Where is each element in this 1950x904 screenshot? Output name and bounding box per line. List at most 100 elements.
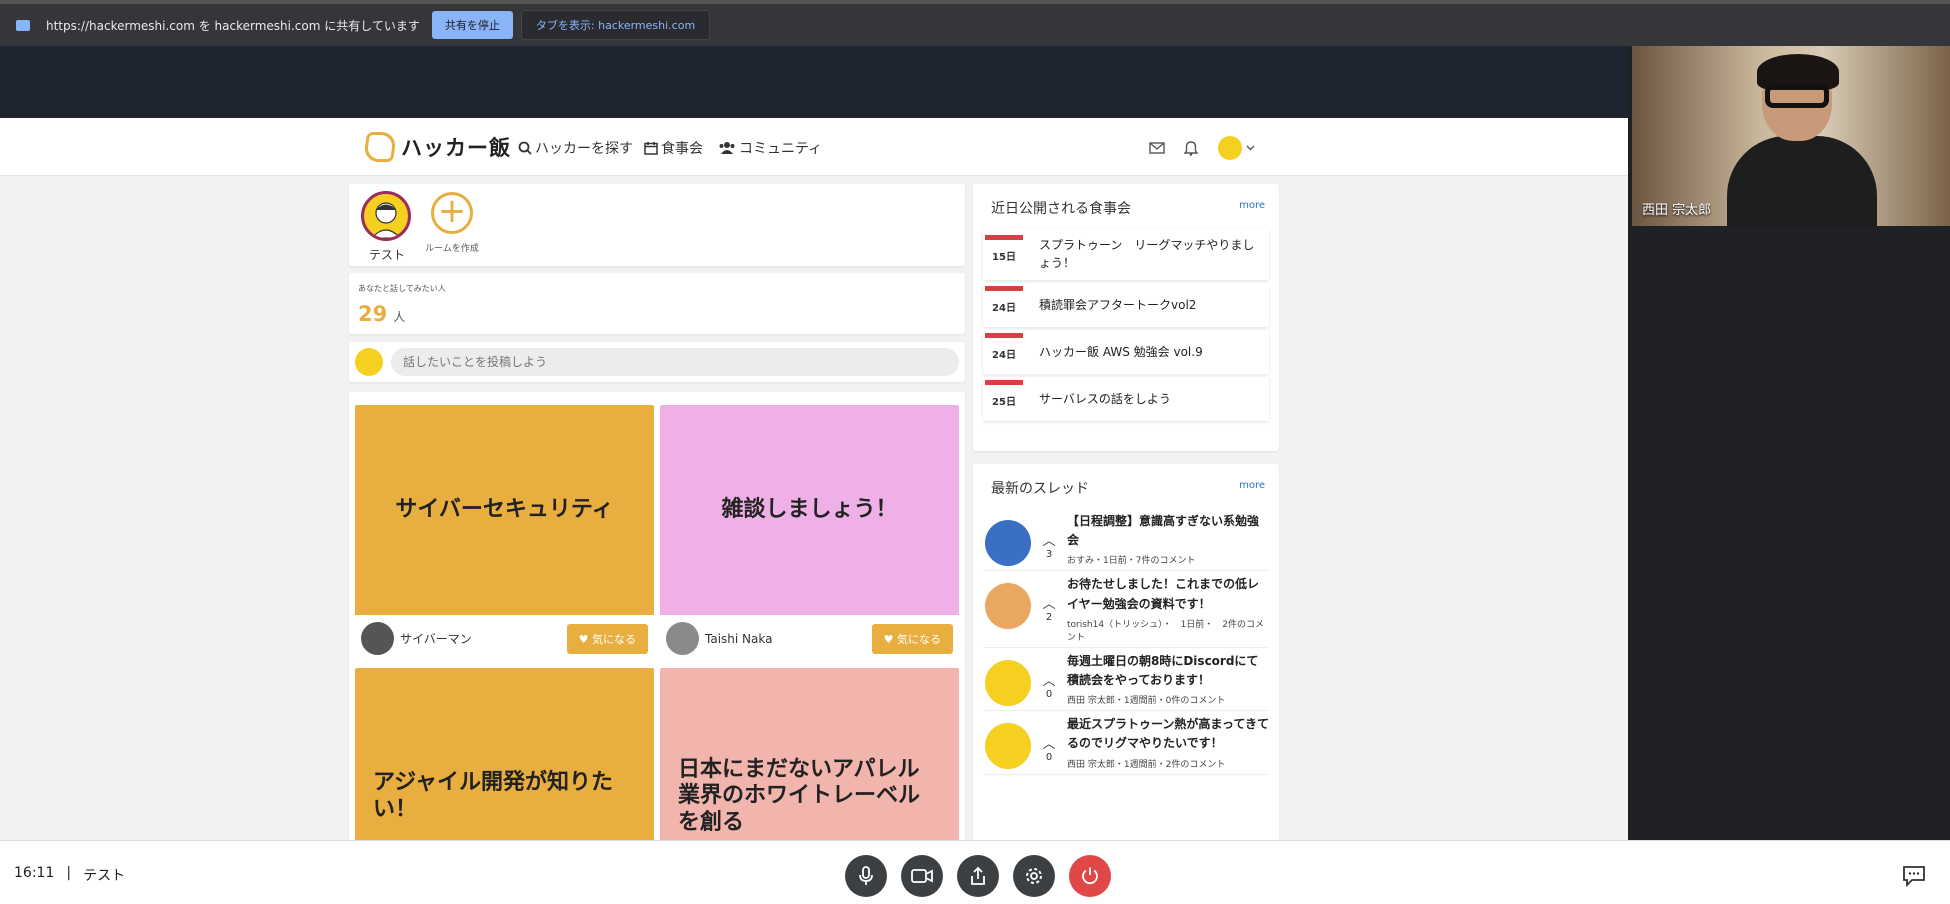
room-tile[interactable]: 雑談しましょう！: [660, 405, 959, 615]
upvote-icon[interactable]: ︿: [1031, 670, 1067, 689]
chat-button[interactable]: [1902, 865, 1926, 891]
room-card[interactable]: アジャイル開発が知りたい！: [355, 668, 654, 840]
thread-title[interactable]: 毎週土曜日の朝8時にDiscordにて積読会をやっております！: [1067, 652, 1269, 690]
thread-avatar[interactable]: [985, 520, 1031, 566]
nav-meals-label: 食事会: [661, 141, 703, 157]
user-avatar[interactable]: [1218, 136, 1242, 160]
vote-count: 0: [1045, 688, 1053, 700]
events-list: 15日 スプラトゥーン リーグマッチやりましょう！ 24日 積読罪会アフタートー…: [983, 228, 1269, 421]
site-header: ハッカー飯 ハッカーを探す 食事会 コミュニティ: [0, 118, 1628, 176]
event-title: ハッカー飯 AWS 勉強会 vol.9: [1039, 345, 1203, 359]
meeting-name: テスト: [83, 868, 126, 884]
video-camera-icon: [911, 869, 933, 883]
interested-button[interactable]: ♥ 気になる: [871, 623, 953, 654]
create-room-label: ルームを作成: [425, 244, 479, 254]
thread-item[interactable]: ︿ 2 お待たせしました！これまでの低レイヤー勉強会の資料です！ torish1…: [983, 571, 1269, 648]
participant-body: [1727, 136, 1877, 226]
thread-meta: 西田 宗太郎・1週間前・0件のコメント: [1067, 696, 1226, 707]
browser-top-band: [0, 46, 1628, 118]
show-tab-button[interactable]: タブを表示: hackermeshi.com: [520, 10, 711, 40]
logo-text: ハッカー飯: [401, 136, 511, 160]
microphone-icon: [859, 866, 873, 885]
thread-title[interactable]: お待たせしました！これまでの低レイヤー勉強会の資料です！: [1067, 575, 1269, 613]
interested-button[interactable]: ♥ 気になる: [566, 623, 648, 654]
story-user-name: テスト: [368, 248, 405, 262]
threads-more-link[interactable]: more: [1239, 480, 1265, 491]
event-date: 24日: [985, 286, 1023, 324]
room-tile[interactable]: サイバーセキュリティ: [355, 405, 654, 615]
thread-body: お待たせしました！これまでの低レイヤー勉強会の資料です！ torish14（トリ…: [1067, 575, 1269, 642]
bell-icon[interactable]: [1184, 140, 1198, 156]
thread-vote: ︿ 3: [1031, 512, 1067, 560]
settings-button[interactable]: [1013, 855, 1055, 897]
thread-body: 最近スプラトゥーン熱が高まってきてるのでリグマやりたいです！ 西田 宗太郎・1週…: [1067, 715, 1269, 769]
want-to-talk-unit: 人: [393, 310, 406, 324]
screen-share-icon: [16, 19, 30, 31]
room-footer: サイバーマン ♥ 気になる: [355, 615, 654, 662]
nav-meals[interactable]: 食事会: [644, 138, 703, 158]
thread-title[interactable]: 【日程調整】意識高すぎない系勉強会: [1067, 512, 1269, 550]
room-tile[interactable]: アジャイル開発が知りたい！: [355, 668, 654, 840]
vote-count: 0: [1045, 752, 1053, 764]
thread-item[interactable]: ︿ 0 最近スプラトゥーン熱が高まってきてるのでリグマやりたいです！ 西田 宗太…: [983, 711, 1269, 775]
want-to-talk-label: あなたと話してみたい人: [358, 284, 446, 293]
thread-item[interactable]: ︿ 3 【日程調整】意識高すぎない系勉強会 おすみ・1日前・7件のコメント: [983, 508, 1269, 572]
event-item[interactable]: 15日 スプラトゥーン リーグマッチやりましょう！: [983, 228, 1269, 280]
share-message: https://hackermeshi.com を hackermeshi.co…: [46, 18, 420, 33]
meeting-separator: |: [66, 865, 72, 881]
power-icon: [1082, 867, 1098, 885]
users-icon: [719, 142, 735, 154]
story-avatar[interactable]: [361, 191, 411, 241]
meeting-time: 16:11: [14, 865, 55, 881]
stories-card: テスト + ルームを作成: [349, 184, 965, 266]
create-room-button[interactable]: +: [431, 192, 473, 234]
event-item[interactable]: 24日 ハッカー飯 AWS 勉強会 vol.9: [983, 330, 1269, 374]
share-icon: [971, 866, 985, 885]
upvote-icon[interactable]: ︿: [1031, 530, 1067, 549]
threads-title: 最新のスレッド: [991, 481, 1089, 497]
screen-share-bar: https://hackermeshi.com を hackermeshi.co…: [0, 0, 1950, 46]
event-item[interactable]: 25日 サーバレスの話をしよう: [983, 377, 1269, 421]
thread-item[interactable]: ︿ 0 毎週土曜日の朝8時にDiscordにて積読会をやっております！ 西田 宗…: [983, 648, 1269, 712]
upcoming-events-card: 近日公開される食事会 more 15日 スプラトゥーン リーグマッチやりましょう…: [973, 184, 1279, 451]
upvote-icon[interactable]: ︿: [1031, 593, 1067, 612]
mail-icon[interactable]: [1149, 142, 1165, 154]
room-owner-name[interactable]: サイバーマン: [400, 630, 561, 647]
calendar-icon: [644, 142, 658, 155]
upvote-icon[interactable]: ︿: [1031, 733, 1067, 752]
vote-count: 2: [1045, 612, 1053, 624]
microphone-button[interactable]: [845, 855, 887, 897]
event-title: 積読罪会アフタートークvol2: [1039, 298, 1197, 312]
thread-vote: ︿ 0: [1031, 652, 1067, 700]
post-input[interactable]: [391, 348, 959, 376]
composer-avatar: [355, 348, 383, 376]
room-owner-name[interactable]: Taishi Naka: [705, 632, 866, 646]
thread-title[interactable]: 最近スプラトゥーン熱が高まってきてるのでリグマやりたいです！: [1067, 715, 1269, 753]
participant-video-tile[interactable]: 西田 宗太郎: [1632, 46, 1950, 226]
nav-community[interactable]: コミュニティ: [718, 138, 822, 158]
camera-button[interactable]: [901, 855, 943, 897]
nav-find-hackers[interactable]: ハッカーを探す: [518, 138, 633, 158]
thread-avatar[interactable]: [985, 583, 1031, 630]
owner-avatar[interactable]: [361, 622, 394, 655]
person-illustration-icon: [371, 202, 401, 238]
participant-figure: [1727, 54, 1877, 226]
event-title: スプラトゥーン リーグマッチやりましょう！: [1039, 238, 1255, 270]
room-card[interactable]: 日本にまだないアパレル業界のホワイトレーベルを創る: [660, 668, 959, 840]
want-to-talk-count[interactable]: 29 人: [358, 302, 956, 326]
thread-avatar[interactable]: [985, 723, 1031, 770]
site-logo[interactable]: ハッカー飯: [362, 132, 511, 162]
leave-meeting-button[interactable]: [1069, 855, 1111, 897]
meeting-info: 16:11 | テスト: [14, 865, 125, 885]
room-card[interactable]: サイバーセキュリティ サイバーマン ♥ 気になる: [355, 405, 654, 662]
owner-avatar[interactable]: [666, 622, 699, 655]
chevron-down-icon[interactable]: [1246, 145, 1255, 151]
thread-avatar[interactable]: [985, 659, 1031, 706]
event-item[interactable]: 24日 積読罪会アフタートークvol2: [983, 283, 1269, 327]
chat-icon: [1903, 866, 1925, 888]
events-more-link[interactable]: more: [1239, 200, 1265, 211]
share-screen-button[interactable]: [957, 855, 999, 897]
room-tile[interactable]: 日本にまだないアパレル業界のホワイトレーベルを創る: [660, 668, 959, 840]
stop-sharing-button[interactable]: 共有を停止: [431, 11, 513, 39]
room-card[interactable]: 雑談しましょう！ Taishi Naka ♥ 気になる: [660, 405, 959, 662]
